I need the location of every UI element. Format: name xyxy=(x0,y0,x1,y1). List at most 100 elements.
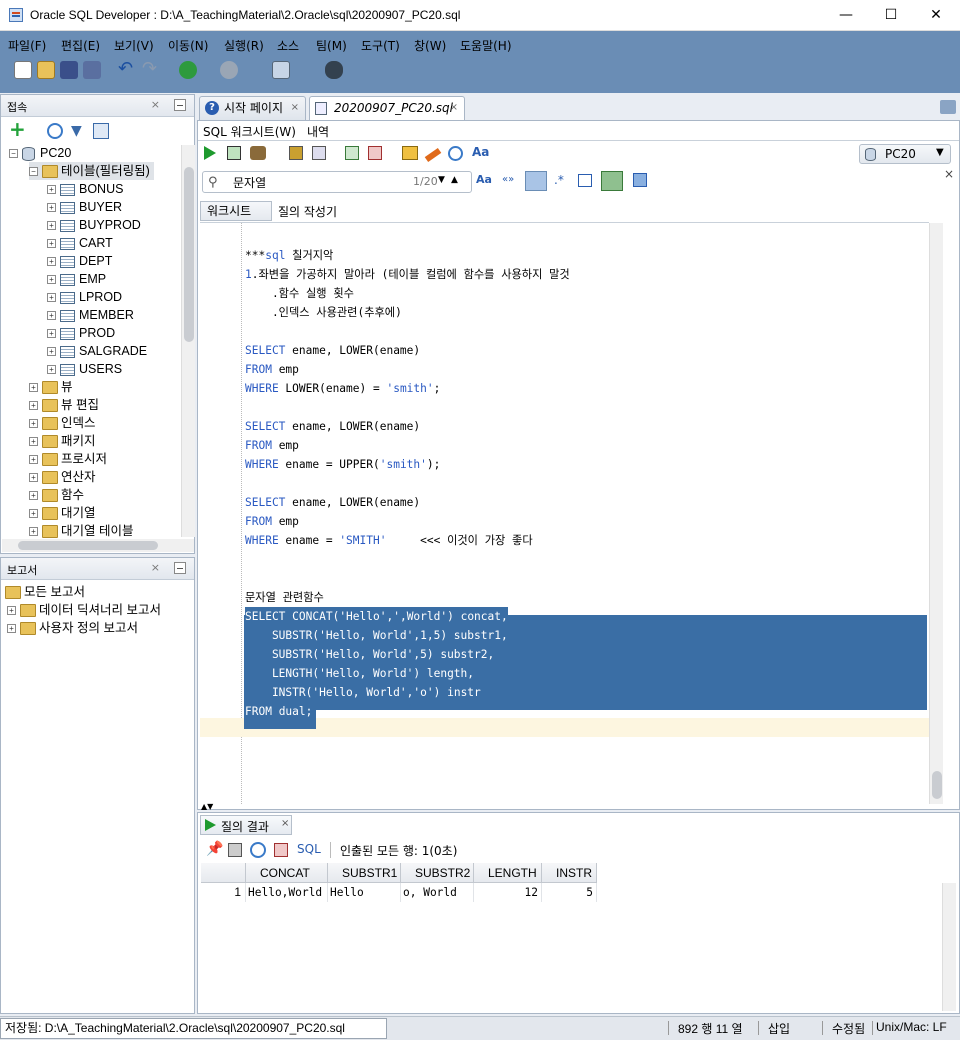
menu-file[interactable]: 파일(F) xyxy=(8,37,46,54)
new-file-icon[interactable] xyxy=(14,61,32,79)
tree-table-item[interactable]: + SALGRADE xyxy=(47,342,147,360)
code-line[interactable]: SELECT ename, LOWER(ename) xyxy=(245,341,420,360)
code-line[interactable]: FROM dual; xyxy=(245,702,313,721)
refresh-icon[interactable] xyxy=(250,842,266,858)
code-line[interactable]: LENGTH('Hello, World') length, xyxy=(245,664,475,683)
subtab-worksheet[interactable]: SQL 워크시트(W) xyxy=(203,123,296,140)
tab-query-result[interactable]: 질의 결과 × xyxy=(200,815,292,835)
refresh-icon[interactable] xyxy=(47,123,63,139)
find-input[interactable] xyxy=(233,174,393,190)
expand-icon[interactable]: + xyxy=(29,491,38,501)
code-line[interactable]: SUBSTR('Hello, World',5) substr2, xyxy=(245,645,495,664)
table-cell[interactable]: o, World xyxy=(401,883,474,902)
scroll-thumb[interactable] xyxy=(184,167,194,342)
menu-source[interactable]: 소스 xyxy=(277,37,299,54)
filter-icon[interactable]: ▼ xyxy=(71,123,82,139)
code-line[interactable]: SELECT ename, LOWER(ename) xyxy=(245,493,420,512)
back-icon[interactable] xyxy=(179,61,197,79)
expand-icon[interactable]: + xyxy=(29,455,38,465)
code-line[interactable]: SUBSTR('Hello, World',1,5) substr1, xyxy=(245,626,508,645)
code-line[interactable]: SELECT CONCAT('Hello',',World') concat, xyxy=(245,607,508,626)
scroll-thumb[interactable] xyxy=(932,771,942,799)
table-cell[interactable]: 5 xyxy=(542,883,597,902)
tree-table-item[interactable]: + BONUS xyxy=(47,180,123,198)
close-icon[interactable]: × xyxy=(291,97,299,119)
menu-window[interactable]: 창(W) xyxy=(414,37,446,54)
split-pane-arrows[interactable]: ▲▼ xyxy=(201,803,213,811)
table-cell[interactable]: Hello,World xyxy=(246,883,328,902)
expand-icon[interactable]: + xyxy=(29,509,38,519)
tab-start-page[interactable]: ? 시작 페이지 × xyxy=(199,96,306,120)
code-line[interactable]: WHERE LOWER(ename) = 'smith'; xyxy=(245,379,440,398)
autotrace-icon[interactable] xyxy=(250,146,266,160)
minimize-button[interactable]: — xyxy=(823,0,869,30)
regex-icon[interactable]: .* xyxy=(554,173,564,187)
menu-tools[interactable]: 도구(T) xyxy=(361,37,400,54)
expand-icon[interactable]: + xyxy=(29,437,38,447)
tree-node-views[interactable]: + 뷰 xyxy=(29,378,73,396)
redo-icon[interactable]: ↷ xyxy=(142,60,160,79)
report-user-defined[interactable]: + 사용자 정의 보고서 xyxy=(7,619,138,637)
tree-table-item[interactable]: + PROD xyxy=(47,324,115,342)
delete-icon[interactable] xyxy=(274,843,288,857)
menu-team[interactable]: 팀(M) xyxy=(316,37,347,54)
tree-tables-node[interactable]: − 테이블(필터링됨) xyxy=(29,162,154,180)
forward-icon[interactable] xyxy=(220,61,238,79)
rollback-icon[interactable] xyxy=(368,146,382,160)
commit-icon[interactable] xyxy=(345,146,359,160)
history-icon[interactable] xyxy=(448,146,463,161)
tree-node-operators[interactable]: + 연산자 xyxy=(29,468,96,486)
tab-list-dropdown[interactable] xyxy=(940,100,956,114)
code-line[interactable]: FROM emp xyxy=(245,436,299,455)
tree-table-item[interactable]: + CART xyxy=(47,234,113,252)
selection-only-icon[interactable] xyxy=(578,174,592,187)
expand-icon[interactable]: + xyxy=(47,185,56,195)
results-vertical-scrollbar[interactable] xyxy=(942,883,956,1011)
binoculars-icon[interactable] xyxy=(325,61,343,79)
scroll-thumb[interactable] xyxy=(18,541,158,550)
code-line[interactable]: INSTR('Hello, World','o') instr xyxy=(245,683,481,702)
table-cell[interactable]: Hello xyxy=(328,883,401,902)
column-header[interactable]: SUBSTR2 xyxy=(401,863,474,883)
wrap-search-icon[interactable] xyxy=(601,171,623,191)
pin-icon[interactable]: 📌 xyxy=(206,842,223,857)
menu-edit[interactable]: 편집(E) xyxy=(61,37,100,54)
expand-icon[interactable]: + xyxy=(47,203,56,213)
open-folder-icon[interactable] xyxy=(37,61,55,79)
report-data-dictionary[interactable]: + 데이터 딕셔너리 보고서 xyxy=(7,601,161,619)
tree-table-item[interactable]: + USERS xyxy=(47,360,122,378)
tree-table-item[interactable]: + EMP xyxy=(47,270,106,288)
connection-selector[interactable]: PC20 ▼ xyxy=(859,144,951,164)
subtab-history[interactable]: 내역 xyxy=(307,123,329,140)
expand-icon[interactable]: + xyxy=(47,365,56,375)
expand-icon[interactable]: + xyxy=(47,293,56,303)
expand-icon[interactable]: + xyxy=(47,311,56,321)
add-connection-icon[interactable]: + xyxy=(9,119,26,139)
code-line[interactable]: 1.좌변을 가공하지 말아라 (테이블 컬럼에 함수를 사용하지 말것 xyxy=(245,265,570,284)
tab-query-builder[interactable]: 질의 작성기 xyxy=(278,203,337,220)
code-line[interactable]: .함수 실행 횟수 xyxy=(245,284,354,303)
tab-sql-file[interactable]: 20200907_PC20.sql × xyxy=(309,96,465,120)
column-header[interactable]: LENGTH xyxy=(474,863,542,883)
expand-icon[interactable]: + xyxy=(47,329,56,339)
maximize-button[interactable]: ☐ xyxy=(868,0,914,30)
sql-tuning-icon[interactable] xyxy=(312,146,326,160)
sql-icon[interactable] xyxy=(272,61,290,79)
minimize-icon[interactable] xyxy=(174,99,186,111)
expand-icon[interactable]: + xyxy=(29,527,38,537)
expand-icon[interactable]: + xyxy=(47,347,56,357)
tree-horizontal-scrollbar[interactable] xyxy=(2,539,194,552)
close-icon[interactable]: × xyxy=(151,561,160,574)
column-header[interactable]: INSTR xyxy=(542,863,597,883)
expand-icon[interactable]: + xyxy=(7,606,16,616)
code-line[interactable]: WHERE ename = UPPER('smith'); xyxy=(245,455,440,474)
code-line[interactable]: SELECT ename, LOWER(ename) xyxy=(245,417,420,436)
run-script-icon[interactable] xyxy=(227,146,241,160)
schema-browser-icon[interactable] xyxy=(93,123,109,139)
code-line[interactable]: .인덱스 사용관련(추후에) xyxy=(245,303,402,322)
find-previous-icon[interactable]: ▲ xyxy=(451,175,458,185)
code-line[interactable]: ***sql 칠거지악 xyxy=(245,246,333,265)
tree-node-procedures[interactable]: + 프로시저 xyxy=(29,450,107,468)
tree-root-pc20[interactable]: − PC20 xyxy=(9,144,71,162)
column-header[interactable]: CONCAT xyxy=(246,863,328,883)
